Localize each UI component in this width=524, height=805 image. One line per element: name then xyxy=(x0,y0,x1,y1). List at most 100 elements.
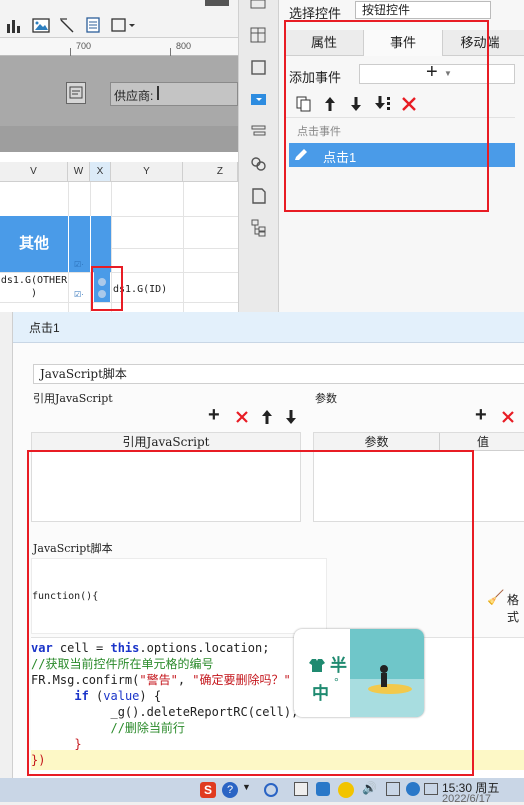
code-line-8: }) xyxy=(31,750,524,770)
grid-settings-icon[interactable] xyxy=(249,26,269,46)
ref-js-table: 引用JavaScript xyxy=(31,432,301,522)
strip-top-icon[interactable] xyxy=(249,0,269,20)
select-control-dropdown[interactable]: 按钮控件 xyxy=(355,1,491,19)
code-line-3: FR.Msg.confirm("警告", "确定要删除吗？" xyxy=(31,673,291,687)
code-line-6: //删除当前行 xyxy=(31,721,185,735)
supplier-widget[interactable]: 供应商: xyxy=(110,82,238,106)
square-icon[interactable] xyxy=(249,58,269,78)
chevron-down-icon: ▼ xyxy=(444,69,452,78)
button-cell[interactable] xyxy=(94,272,110,302)
widget-props-icon[interactable] xyxy=(249,90,269,110)
ime-degree: ° xyxy=(334,675,339,689)
col-header-y[interactable]: Y xyxy=(111,162,183,182)
ref-js-label: 引用JavaScript xyxy=(33,392,113,405)
js-script-section-label: JavaScript脚本 xyxy=(33,542,113,555)
ref-js-up-icon[interactable] xyxy=(261,408,273,426)
header-cell-other[interactable]: 其他 xyxy=(0,216,68,272)
tray-app-icon[interactable] xyxy=(264,783,278,797)
event-editor-dialog: 点击1 JavaScript脚本 引用JavaScript 参数 + + 引用J… xyxy=(12,312,524,790)
add-event-label: 添加事件 xyxy=(289,70,342,85)
toolbar xyxy=(0,0,238,38)
expand-marker-2: ☑· xyxy=(74,290,84,299)
script-type-dropdown[interactable]: JavaScript脚本 xyxy=(33,364,524,384)
move-bottom-icon[interactable] xyxy=(373,95,393,113)
ime-overlay[interactable]: 半 中 ° xyxy=(294,629,424,717)
cell-formula-id[interactable]: ds1.G(ID) xyxy=(113,284,167,295)
report-grid: V W X Y Z 其他 ☑· ds1.G(OTHER ) ☑· ds1.G(I… xyxy=(0,152,238,312)
edit-pencil-icon xyxy=(295,149,307,160)
col-header-w[interactable]: W xyxy=(68,162,90,182)
tray-keyboard-icon[interactable] xyxy=(424,783,438,795)
remove-param-icon[interactable] xyxy=(501,410,515,424)
move-up-icon[interactable] xyxy=(323,95,337,113)
add-event-plus: + xyxy=(426,61,438,83)
event-item-click1[interactable]: 点击1 xyxy=(289,143,515,167)
col-header-z[interactable]: Z xyxy=(183,162,238,182)
image-icon[interactable] xyxy=(32,18,50,34)
code-line-5: _g().deleteReportRC(cell); xyxy=(31,705,299,719)
function-signature: function(){ xyxy=(32,591,99,602)
dialog-title: 点击1 xyxy=(29,321,60,335)
tray-window-icon[interactable] xyxy=(294,782,308,796)
form-icon[interactable] xyxy=(85,16,101,34)
link-icon[interactable] xyxy=(249,154,269,174)
header-cell-x[interactable] xyxy=(90,216,111,272)
add-param-button[interactable]: + xyxy=(475,404,487,427)
format-label: 格式 xyxy=(507,593,520,624)
move-down-icon[interactable] xyxy=(349,95,363,113)
volume-icon[interactable]: 🔊 xyxy=(362,781,377,795)
cell-attr-icon[interactable] xyxy=(249,122,269,142)
tab-mobile[interactable]: 移动端 xyxy=(441,30,519,56)
code-line-4: if (value) { xyxy=(74,689,162,703)
tab-events[interactable]: 事件 xyxy=(363,30,443,56)
params-col-value: 值 xyxy=(440,433,524,451)
params-col-param: 参数 xyxy=(314,433,440,451)
widget-icon[interactable] xyxy=(66,82,86,104)
col-header-v[interactable]: V xyxy=(0,162,68,182)
tray-blue-icon[interactable] xyxy=(316,782,330,796)
code-line-1: var cell = this.options.location; xyxy=(31,641,270,655)
params-table: 参数 值 xyxy=(313,432,524,522)
tray-round-icon[interactable] xyxy=(406,782,420,796)
slash-icon[interactable] xyxy=(58,16,76,34)
ime-text-mid: 中 xyxy=(312,684,329,703)
tree-icon[interactable] xyxy=(249,218,269,238)
widget-icon-strip xyxy=(238,0,278,312)
code-line-2: //获取当前控件所在单元格的编号 xyxy=(31,657,214,671)
params-label: 参数 xyxy=(315,392,337,405)
add-ref-js-button[interactable]: + xyxy=(208,404,220,427)
clock-date[interactable]: 2022/6/17 xyxy=(442,793,491,805)
tray-chevron-icon[interactable]: ▼ xyxy=(242,782,251,792)
design-canvas: 供应商: xyxy=(0,56,238,152)
format-button[interactable]: 🧹 格式 xyxy=(487,588,524,624)
tray-yellow-icon[interactable] xyxy=(338,782,354,798)
event-toolbar xyxy=(285,88,515,118)
col-header-x[interactable]: X xyxy=(90,162,111,182)
surfer-figure xyxy=(368,665,412,694)
ref-js-down-icon[interactable] xyxy=(285,408,297,426)
toolbar-edge xyxy=(205,0,229,6)
windows-taskbar: S ? ▼ 🔊 15:30 周五 2022/6/17 xyxy=(0,778,524,805)
select-control-label: 选择控件 xyxy=(289,6,342,21)
add-event-dropdown[interactable]: + ▼ xyxy=(359,61,515,84)
dialog-titlebar: 点击1 xyxy=(13,312,524,343)
js-code-editor[interactable]: var cell = this.options.location; //获取当前… xyxy=(31,637,524,788)
help-icon[interactable]: ? xyxy=(222,782,238,798)
tab-properties[interactable]: 属性 xyxy=(285,30,363,56)
sogou-ime-icon[interactable]: S xyxy=(200,782,216,798)
property-panel: 选择控件 按钮控件 属性 事件 移动端 添加事件 + ▼ 点击事件 点击1 xyxy=(278,0,524,312)
remove-ref-js-icon[interactable] xyxy=(235,410,249,424)
ruler-mark-700: 700 xyxy=(76,41,92,51)
supplier-label: 供应商: xyxy=(114,89,154,103)
copy-icon[interactable] xyxy=(295,95,313,113)
shirt-icon xyxy=(309,659,325,672)
delete-icon[interactable] xyxy=(401,96,417,112)
event-item-label: 点击1 xyxy=(323,150,357,165)
network-icon[interactable] xyxy=(386,782,400,796)
click-event-section-label: 点击事件 xyxy=(297,126,341,138)
border-dropdown-icon[interactable] xyxy=(110,16,136,34)
bar-chart-icon[interactable] xyxy=(6,18,22,34)
cell-formula-other[interactable]: ds1.G(OTHER ) xyxy=(0,274,68,304)
broom-icon: 🧹 xyxy=(487,589,505,605)
refresh-doc-icon[interactable] xyxy=(249,186,269,206)
